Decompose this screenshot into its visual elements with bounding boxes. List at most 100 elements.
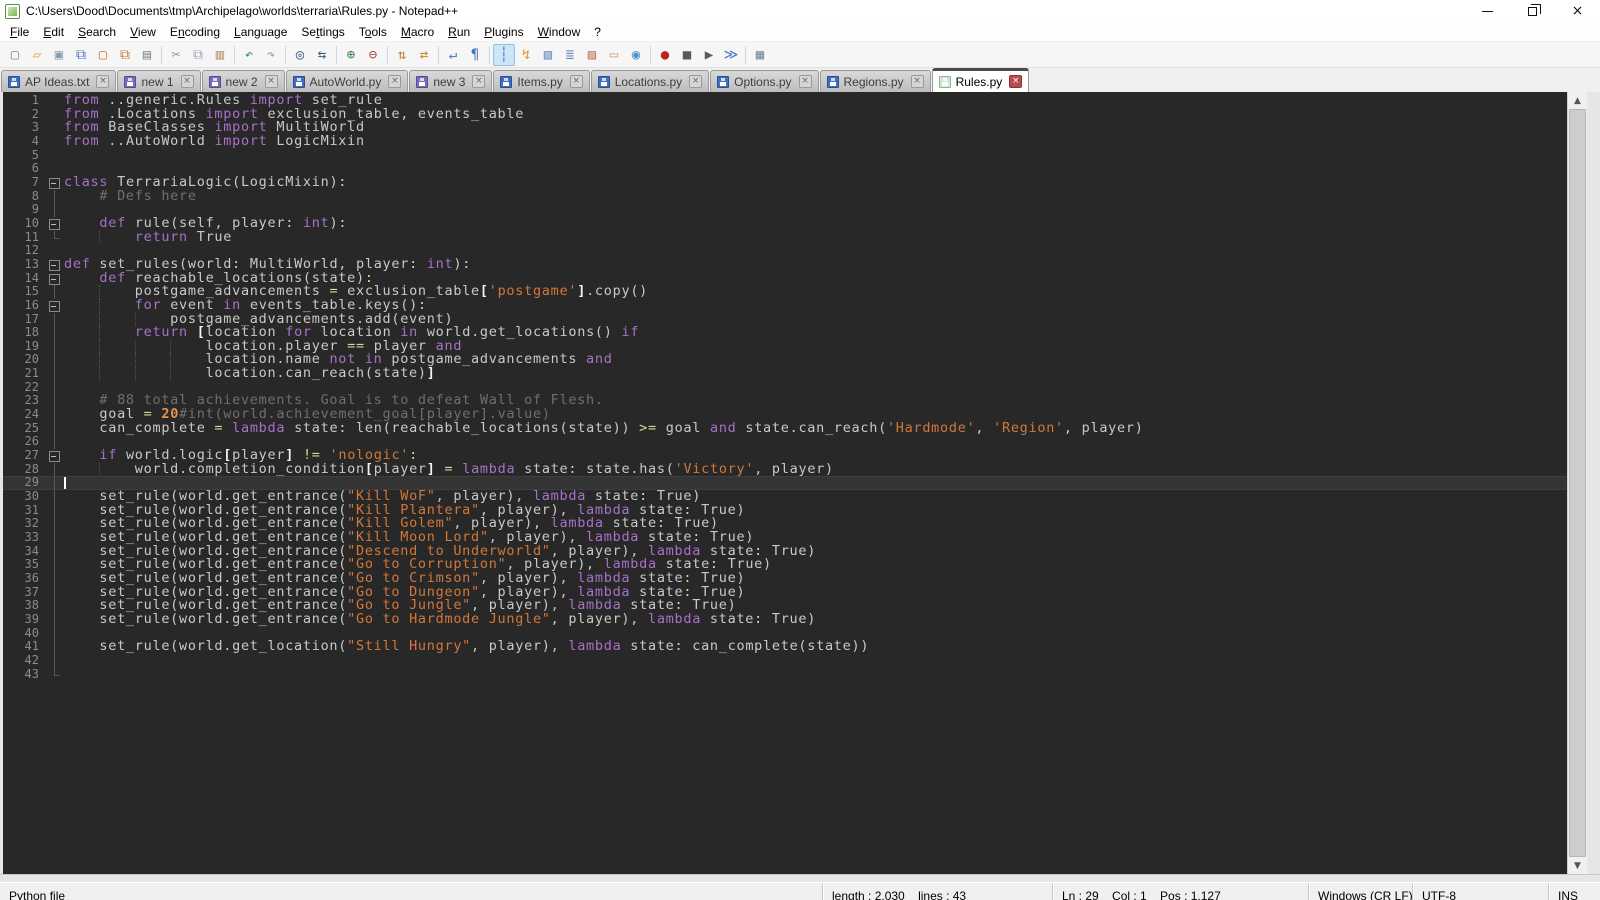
tab-regions-py[interactable]: Regions.py×	[820, 70, 931, 92]
indent-guide-icon[interactable]: ┆	[493, 44, 515, 66]
fold-toggle-icon[interactable]	[47, 449, 62, 463]
document-map-icon[interactable]: ▧	[537, 44, 559, 66]
copy-icon[interactable]: ⧉	[187, 44, 209, 66]
tab-new-2[interactable]: new 2×	[202, 70, 285, 92]
menu-macro[interactable]: Macro	[394, 23, 441, 41]
file-browser-icon[interactable]: ▭	[603, 44, 625, 66]
close-icon[interactable]: ▢	[92, 44, 114, 66]
fold-toggle-icon[interactable]	[47, 299, 62, 313]
code-line[interactable]: 11 return True	[3, 231, 1567, 245]
tab-options-py[interactable]: Options.py×	[710, 70, 818, 92]
tab-close-icon[interactable]: ×	[181, 75, 194, 88]
document-list-icon[interactable]: ≣	[559, 44, 581, 66]
minimize-button[interactable]	[1465, 0, 1510, 22]
show-all-chars-icon[interactable]: ¶	[464, 44, 486, 66]
tab-items-py[interactable]: Items.py×	[493, 70, 589, 92]
tab-close-icon[interactable]: ×	[265, 75, 278, 88]
fold-toggle-icon[interactable]	[47, 272, 62, 286]
code-line[interactable]: 4 from ..AutoWorld import LogicMixin	[3, 135, 1567, 149]
function-list-icon[interactable]: ↯	[515, 44, 537, 66]
code-editor[interactable]: 1from ..generic.Rules import set_rule2fr…	[3, 92, 1567, 874]
save-all-icon[interactable]: ⧉	[70, 44, 92, 66]
menu-window[interactable]: Window	[531, 23, 588, 41]
tab-close-icon[interactable]: ×	[570, 75, 583, 88]
line-number: 13	[3, 258, 47, 272]
menu-settings[interactable]: Settings	[294, 23, 351, 41]
code-line[interactable]: 8 # Defs here	[3, 190, 1567, 204]
menu-file[interactable]: File	[3, 23, 36, 41]
tab-ap-ideas-txt[interactable]: AP Ideas.txt×	[1, 70, 116, 92]
new-file-icon[interactable]: ▢	[4, 44, 26, 66]
line-number: 4	[3, 135, 47, 149]
code-line[interactable]: 28 world.completion_condition[player] = …	[3, 463, 1567, 477]
code-line[interactable]: 39 set_rule(world.get_entrance("Go to Ha…	[3, 613, 1567, 627]
undo-icon[interactable]: ↶	[238, 44, 260, 66]
tab-rules-py[interactable]: Rules.py×	[932, 68, 1030, 92]
menu-[interactable]: ?	[587, 23, 608, 41]
tab-close-icon[interactable]: ×	[96, 75, 109, 88]
tab-new-3[interactable]: new 3×	[409, 70, 492, 92]
doc-switcher-icon[interactable]: ▦	[749, 44, 771, 66]
sync-horizontal-icon[interactable]: ⇄	[413, 44, 435, 66]
save-icon[interactable]: ▣	[48, 44, 70, 66]
macro-run-multi-icon[interactable]: ≫	[720, 44, 742, 66]
tab-autoworld-py[interactable]: AutoWorld.py×	[286, 70, 409, 92]
tab-close-icon[interactable]: ×	[689, 75, 702, 88]
fold-toggle-icon[interactable]	[47, 258, 62, 272]
vertical-scrollbar[interactable]: ▲ ▼	[1567, 92, 1587, 874]
code-line[interactable]: 5	[3, 149, 1567, 163]
code-line[interactable]: 42	[3, 654, 1567, 668]
tab-close-icon[interactable]: ×	[911, 75, 924, 88]
menu-tools[interactable]: Tools	[352, 23, 394, 41]
scroll-down-arrow-icon[interactable]: ▼	[1568, 857, 1587, 874]
scroll-up-arrow-icon[interactable]: ▲	[1568, 92, 1587, 109]
redo-icon[interactable]: ↷	[260, 44, 282, 66]
restore-button[interactable]	[1510, 0, 1555, 22]
tab-close-icon[interactable]: ×	[472, 75, 485, 88]
close-all-icon[interactable]: ⧉	[114, 44, 136, 66]
title-bar: C:\Users\Dood\Documents\tmp\Archipelago\…	[0, 0, 1600, 22]
macro-record-icon[interactable]: ●	[654, 44, 676, 66]
tab-close-icon[interactable]: ×	[799, 75, 812, 88]
paste-icon[interactable]: ▥	[209, 44, 231, 66]
line-number: 22	[3, 381, 47, 395]
replace-icon[interactable]: ⇆	[311, 44, 333, 66]
tab-locations-py[interactable]: Locations.py×	[591, 70, 709, 92]
tab-new-1[interactable]: new 1×	[117, 70, 200, 92]
tab-close-icon[interactable]: ×	[388, 75, 401, 88]
macro-stop-icon[interactable]: ■	[676, 44, 698, 66]
menu-language[interactable]: Language	[227, 23, 294, 41]
fold-margin	[47, 381, 62, 395]
menu-run[interactable]: Run	[441, 23, 477, 41]
code-line[interactable]: 25 can_complete = lambda state: len(reac…	[3, 422, 1567, 436]
open-file-icon[interactable]: ▱	[26, 44, 48, 66]
menu-plugins[interactable]: Plugins	[477, 23, 530, 41]
status-doc-type: Python file	[0, 883, 822, 900]
fold-toggle-icon[interactable]	[47, 217, 62, 231]
tab-close-icon[interactable]: ×	[1009, 75, 1022, 88]
print-icon[interactable]: ▤	[136, 44, 158, 66]
code-line[interactable]: 41 set_rule(world.get_location("Still Hu…	[3, 640, 1567, 654]
menu-encoding[interactable]: Encoding	[163, 23, 227, 41]
cut-icon[interactable]: ✂	[165, 44, 187, 66]
menu-view[interactable]: View	[123, 23, 163, 41]
view-monitor-icon[interactable]: ◉	[625, 44, 647, 66]
code-line[interactable]: 21 location.can_reach(state)]	[3, 367, 1567, 381]
find-icon[interactable]: ◎	[289, 44, 311, 66]
close-button[interactable]: ×	[1555, 0, 1600, 22]
folder-workspace-icon[interactable]: ▨	[581, 44, 603, 66]
code-line[interactable]: 7class TerrariaLogic(LogicMixin):	[3, 176, 1567, 190]
fold-margin	[47, 640, 62, 654]
word-wrap-icon[interactable]: ↵	[442, 44, 464, 66]
fold-toggle-icon[interactable]	[47, 176, 62, 190]
macro-play-icon[interactable]: ▶	[698, 44, 720, 66]
menu-search[interactable]: Search	[71, 23, 123, 41]
sync-vertical-icon[interactable]: ⇅	[391, 44, 413, 66]
menu-edit[interactable]: Edit	[36, 23, 71, 41]
code-line[interactable]: 10 def rule(self, player: int):	[3, 217, 1567, 231]
zoom-out-icon[interactable]: ⊖	[362, 44, 384, 66]
code-line[interactable]: 43	[3, 668, 1567, 682]
scrollbar-thumb[interactable]	[1569, 109, 1586, 857]
zoom-in-icon[interactable]: ⊕	[340, 44, 362, 66]
code-text: from ..AutoWorld import LogicMixin	[62, 135, 365, 149]
